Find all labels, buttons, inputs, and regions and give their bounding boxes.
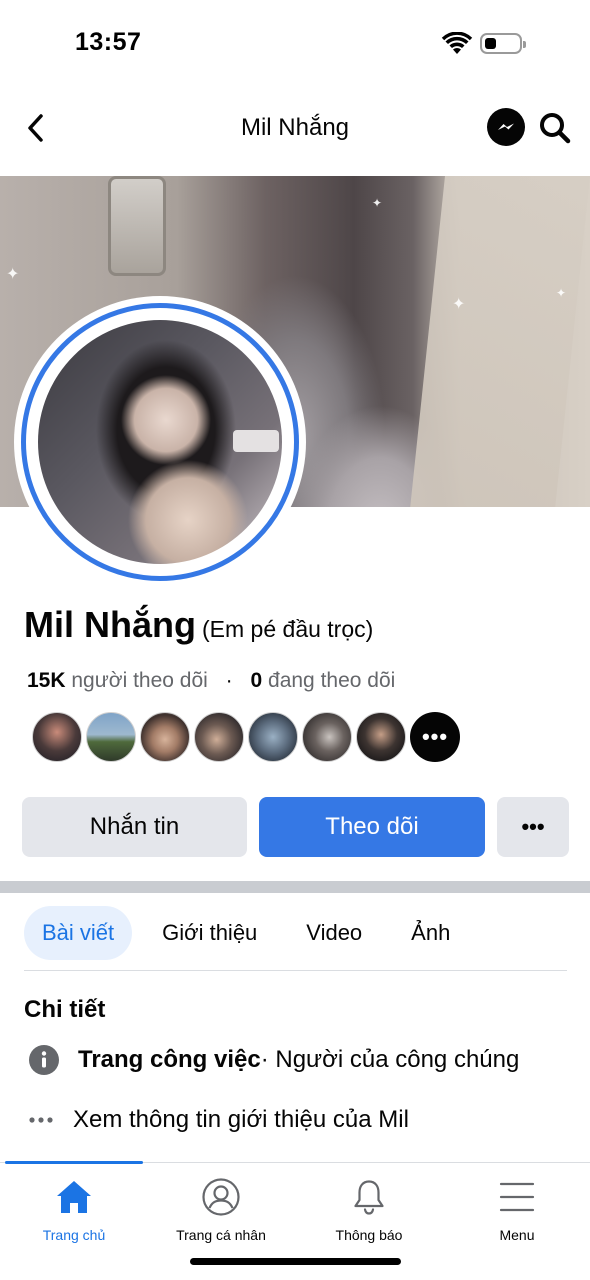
tabs-divider [24,970,567,971]
following-count: 0 [250,669,263,692]
status-bar: 13:57 [0,0,590,88]
more-followers-button[interactable]: ••• [410,712,460,762]
follower-avatar[interactable] [140,712,190,762]
wifi-icon [441,32,473,54]
messenger-button[interactable] [487,108,525,146]
tab-videos[interactable]: Video [306,906,362,960]
profile-actions: Nhắn tin Theo dõi ••• [22,797,569,857]
follower-avatar[interactable] [32,712,82,762]
nav-notifications-label: Thông báo [335,1227,403,1243]
avatar-image [38,320,282,564]
menu-icon [499,1182,535,1212]
stats-separator: · [225,669,233,692]
tab-photos[interactable]: Ảnh [411,906,450,960]
profile-icon [202,1178,240,1216]
avatar-story-ring [21,303,299,581]
home-indicator[interactable] [190,1258,401,1265]
see-about-label: Xem thông tin giới thiệu của Mil [73,1106,409,1133]
sparkle-icon: ✦ [556,286,567,300]
nav-notifications[interactable]: Thông báo [294,1177,444,1243]
following-label: đang theo dõi [268,669,396,692]
messenger-icon [498,123,514,130]
tab-about[interactable]: Giới thiệu [162,906,257,960]
status-time: 13:57 [75,28,142,56]
sparkle-icon: ✦ [452,296,466,313]
page-type-label: Trang công việc [78,1046,261,1073]
follower-avatar[interactable] [302,712,352,762]
message-button[interactable]: Nhắn tin [22,797,247,857]
nav-menu-label: Menu [499,1227,535,1243]
followers-count: 15K [27,669,66,692]
active-tab-indicator [5,1161,143,1164]
home-icon [57,1181,91,1213]
followers-label: người theo dõi [71,669,208,692]
more-dots-icon [29,1117,53,1123]
battery-icon [480,33,526,54]
cover-phone-shape [108,176,166,276]
follow-button[interactable]: Theo dõi [259,797,485,857]
info-icon [29,1045,59,1075]
cover-door-shape [410,176,590,507]
nav-home-label: Trang chủ [42,1227,106,1243]
details-heading: Chi tiết [24,996,106,1023]
avatar-background-sign [233,430,279,452]
follow-stats[interactable]: 15K người theo dõi · 0 đang theo dõi [27,669,395,693]
nav-home[interactable]: Trang chủ [0,1177,149,1243]
follower-avatar[interactable] [194,712,244,762]
profile-name: Mil Nhắng [24,604,196,645]
nav-profile[interactable]: Trang cá nhân [146,1177,296,1243]
profile-avatar[interactable] [14,296,306,588]
tab-posts[interactable]: Bài viết [24,906,133,960]
bell-icon [354,1180,384,1215]
sparkle-icon: ✦ [6,266,20,283]
see-about-row[interactable]: Xem thông tin giới thiệu của Mil [28,1102,409,1138]
sparkle-icon: ✦ [372,196,383,210]
follower-avatar[interactable] [248,712,298,762]
section-divider [0,881,590,893]
profile-tabs: Bài viết Giới thiệu Video Ảnh [24,905,450,961]
profile-alternate-name: (Em pé đầu trọc) [202,616,374,642]
follower-avatar[interactable] [86,712,136,762]
page-type-row: Trang công việc · Người của công chúng [28,1042,519,1078]
nav-profile-label: Trang cá nhân [176,1227,266,1243]
nav-menu[interactable]: Menu [442,1177,590,1243]
page-header: Mil Nhắng [0,88,590,172]
follower-avatars: ••• [32,712,464,762]
page-category-label: · Người của công chúng [260,1046,520,1073]
follower-avatar[interactable] [356,712,406,762]
more-actions-button[interactable]: ••• [497,797,569,857]
search-icon[interactable] [537,110,573,146]
